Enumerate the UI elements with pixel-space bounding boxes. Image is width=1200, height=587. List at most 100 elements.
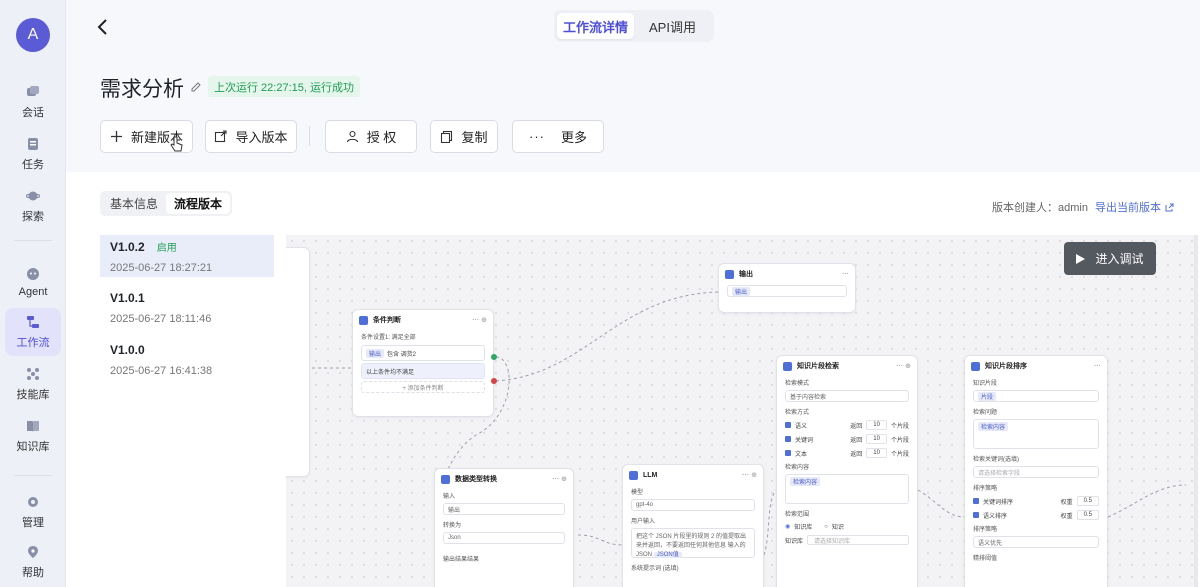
sidebar-item-task[interactable]: 任务 [5,130,61,178]
node-menu-icon[interactable]: ··· ⊕ [552,475,567,483]
sidebar: A 会话 任务 探索 Agent 工作流 技能库 知识库 管理 帮助 [0,0,66,587]
node-title: 知识片段检索 [797,363,839,370]
version-item[interactable]: V1.0.2 启用 2025-06-27 18:27:21 [100,235,274,277]
node-icon [971,361,980,371]
workflow-icon [27,315,39,328]
tab-workflow-details[interactable]: 工作流详情 [557,13,634,39]
node-knowledge-retrieval[interactable]: 知识片段检索 ··· ⊕ 检索模式 基于内容检索 检索方式 语义 返回 10 个片段 关… [776,355,918,587]
help-icon [28,545,38,558]
condition-else-row[interactable]: 以上条件均不满足 [361,363,485,379]
version-name: V1.0.1 [110,291,145,305]
back-icon[interactable] [92,16,114,38]
retrieval-content-input[interactable]: 检索内容 [785,474,909,504]
convert-type-select[interactable]: Json [443,532,565,544]
copy-label: 复制 [461,130,488,145]
task-icon [28,137,38,150]
copy-button[interactable]: 复制 [430,120,498,153]
node-menu-icon[interactable]: ··· ⊕ [896,362,911,370]
sidebar-item-chat[interactable]: 会话 [5,78,61,126]
knowledge-base-select[interactable]: 知识库 请选择知识库 [777,533,917,547]
fragment-select[interactable]: 片段 [973,390,1099,402]
enter-debug-button[interactable]: 进入调试 [1064,242,1156,275]
scope-radio[interactable]: ◉ 知识库 ○ 知识 [777,520,917,533]
tab-api[interactable]: API调用 [634,13,711,39]
node-menu-icon[interactable]: ··· [842,271,849,278]
checkbox-icon [785,450,791,456]
output-var: 输出 [732,286,751,296]
node-menu-icon[interactable]: ··· [1094,363,1101,370]
node-condition[interactable]: 条件判断 ··· ⊕ 条件设置1: 满足全部 输出 包含 调货2 以上条件均不满足 … [352,309,494,417]
sidebar-item-help[interactable]: 帮助 [5,538,61,586]
version-date: 2025-06-27 16:41:38 [110,365,213,377]
node-knowledge-rerank[interactable]: 知识片段排序 ··· 知识片段 片段 检索问题 检索内容 检索关键词(选填) 请选… [964,355,1108,587]
authorize-label: 授 权 [366,130,397,145]
detail-subtabs: 基本信息 流程版本 [100,191,233,216]
field-label: 排序策略 [973,486,998,492]
version-item[interactable]: V1.0.1 2025-06-27 18:11:46 [100,287,274,329]
retrieval-option-keyword[interactable]: 关键词 返回 10 个片段 [777,432,917,446]
sidebar-item-knowledge[interactable]: 知识库 [5,412,61,460]
checkbox-icon [785,436,791,442]
node-icon [441,474,450,484]
node-title: LLM [643,471,658,479]
sidebar-item-admin[interactable]: 管理 [5,488,61,536]
model-select[interactable]: gpt-4o [631,499,755,511]
edit-icon[interactable] [190,81,202,93]
more-label: 更多 [560,130,587,145]
semantic-rank-row[interactable]: 语义排序 权重 0.5 [965,508,1107,522]
retrieval-mode-select[interactable]: 基于内容检索 [785,390,909,402]
field-label: 输入 [443,494,456,500]
sidebar-item-label: 技能库 [16,388,50,401]
sidebar-item-label: 帮助 [22,566,44,579]
tab-flow-versions[interactable]: 流程版本 [166,193,231,214]
import-version-button[interactable]: 导入版本 [205,120,297,153]
field-label: 检索模式 [785,381,810,387]
port-false[interactable] [491,378,497,384]
node-data-convert[interactable]: 数据类型转换 ··· ⊕ 输入 输出 转换为 Json 输出结果结果 [434,468,574,587]
retrieval-option-text[interactable]: 文本 返回 10 个片段 [777,446,917,460]
output-field[interactable]: 输出 [727,285,847,297]
field-label: 模型 [631,490,644,496]
avatar[interactable]: A [16,18,50,52]
authorize-button[interactable]: 授 权 [325,120,417,153]
canvas-scrollbar[interactable] [1194,235,1198,587]
sidebar-item-workflow[interactable]: 工作流 [5,308,61,356]
more-button[interactable]: ··· 更多 [512,120,604,153]
version-list: V1.0.2 启用 2025-06-27 18:27:21 V1.0.1 2025… [100,235,274,587]
condition-label: 条件设置1: 满足全部 [361,335,416,341]
chat-icon [27,85,39,96]
version-item[interactable]: V1.0.0 2025-06-27 16:41:38 [100,339,274,381]
keyword-rank-row[interactable]: 关键词排序 权重 0.5 [965,494,1107,508]
node-icon [783,361,792,371]
convert-input-select[interactable]: 输出 [443,503,565,515]
port-true[interactable] [491,354,497,360]
retrieval-option-semantic[interactable]: 语义 返回 10 个片段 [777,418,917,432]
preference-select[interactable]: 语义优先 [973,536,1099,548]
tab-basic-info[interactable]: 基本信息 [102,193,166,214]
planet-icon [26,191,40,200]
node-llm[interactable]: LLM ··· ⊕ 模型 gpt-4o 用户输入 把这个 JSON 片段里的规则 … [622,464,764,587]
keyword-select[interactable]: 请选择检索字段 [973,466,1099,478]
condition-row[interactable]: 输出 包含 调货2 [361,345,485,361]
query-input[interactable]: 检索内容 [973,419,1099,449]
sidebar-item-label: 任务 [22,158,44,171]
sidebar-item-agent[interactable]: Agent [5,258,61,306]
node-menu-icon[interactable]: ··· ⊕ [742,471,757,479]
workflow-canvas[interactable]: 条件判断 ··· ⊕ 条件设置1: 满足全部 输出 包含 调货2 以上条件均不满足 … [286,235,1198,587]
action-divider [309,126,310,146]
sidebar-item-explore[interactable]: 探索 [5,182,61,230]
version-name: V1.0.2 [110,240,145,254]
export-current-version-link[interactable]: 导出当前版本 [1095,199,1174,215]
checkbox-icon [785,422,791,428]
add-condition-button[interactable]: + 添加条件判断 [361,381,485,393]
condition-expr: 包含 调货2 [387,351,417,358]
node-partial-start[interactable] [286,247,310,477]
debug-label: 进入调试 [1095,252,1144,266]
prompt-input[interactable]: 把这个 JSON 片段里的规则 2 的值提取出来并返回，不要返回任何其他信息 输… [631,528,755,558]
sidebar-item-label: 管理 [22,516,44,529]
sidebar-item-label: 探索 [22,210,44,223]
node-menu-icon[interactable]: ··· ⊕ [472,316,487,324]
node-output[interactable]: 输出 ··· 输出 [718,263,856,313]
sidebar-item-skills[interactable]: 技能库 [5,360,61,408]
gear-icon [28,496,38,507]
